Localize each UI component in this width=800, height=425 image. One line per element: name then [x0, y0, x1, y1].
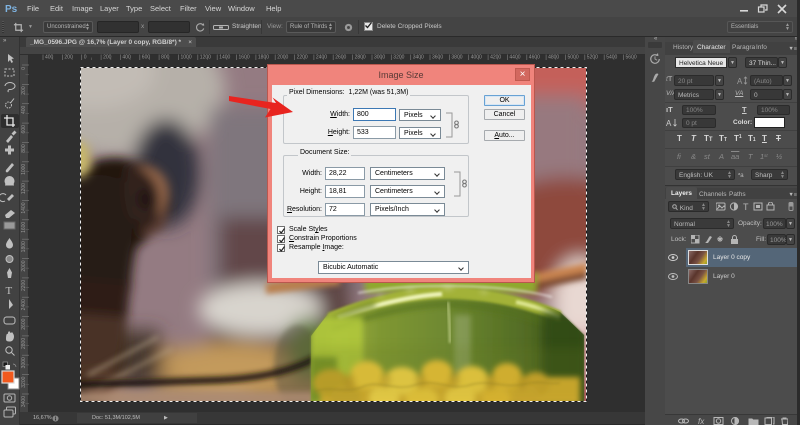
svg-text:0: 0	[21, 67, 27, 70]
svg-text:4800: 4800	[548, 55, 559, 61]
svg-text:1400: 1400	[21, 202, 27, 213]
svg-text:1600: 1600	[239, 55, 250, 61]
svg-text:400: 400	[45, 55, 54, 61]
svg-text:2200: 2200	[21, 280, 27, 291]
svg-text:600: 600	[21, 125, 27, 134]
svg-text:3000: 3000	[374, 55, 385, 61]
svg-text:2400: 2400	[316, 55, 327, 61]
svg-text:800: 800	[21, 144, 27, 153]
svg-text:400: 400	[122, 55, 131, 61]
svg-text:400: 400	[21, 105, 27, 114]
svg-text:2400: 2400	[21, 299, 27, 310]
svg-text:4200: 4200	[490, 55, 501, 61]
svg-text:3400: 3400	[21, 396, 27, 407]
svg-text:1000: 1000	[181, 55, 192, 61]
svg-text:4000: 4000	[471, 55, 482, 61]
svg-text:2600: 2600	[21, 318, 27, 329]
svg-text:1400: 1400	[219, 55, 230, 61]
svg-text:2800: 2800	[355, 55, 366, 61]
svg-text:3800: 3800	[451, 55, 462, 61]
svg-text:800: 800	[161, 55, 170, 61]
svg-text:2000: 2000	[277, 55, 288, 61]
svg-text:600: 600	[142, 55, 151, 61]
svg-text:3400: 3400	[413, 55, 424, 61]
svg-text:T: T	[6, 285, 13, 297]
svg-text:1800: 1800	[258, 55, 269, 61]
svg-text:1000: 1000	[21, 164, 27, 175]
svg-text:4400: 4400	[509, 55, 520, 61]
svg-text:3000: 3000	[21, 357, 27, 368]
svg-text:5000: 5000	[568, 55, 579, 61]
svg-text:2800: 2800	[21, 338, 27, 349]
svg-text:2200: 2200	[297, 55, 308, 61]
svg-text:A: A	[666, 119, 672, 127]
svg-text:200: 200	[64, 55, 73, 61]
svg-text:2600: 2600	[335, 55, 346, 61]
svg-text:5200: 5200	[587, 55, 598, 61]
svg-text:200: 200	[103, 55, 112, 61]
svg-text:2000: 2000	[21, 260, 27, 271]
svg-text:3200: 3200	[393, 55, 404, 61]
svg-text:4600: 4600	[529, 55, 540, 61]
svg-text:1800: 1800	[21, 241, 27, 252]
svg-text:fx: fx	[698, 417, 705, 425]
svg-text:3200: 3200	[21, 376, 27, 387]
svg-text:T: T	[743, 202, 749, 212]
svg-text:5600: 5600	[626, 55, 637, 61]
svg-text:5400: 5400	[606, 55, 617, 61]
svg-text:1200: 1200	[200, 55, 211, 61]
svg-text:200: 200	[21, 86, 27, 95]
svg-text:1600: 1600	[21, 222, 27, 233]
svg-text:3600: 3600	[432, 55, 443, 61]
svg-text:1200: 1200	[21, 183, 27, 194]
svg-text:A: A	[737, 77, 743, 85]
svg-text:0: 0	[84, 55, 87, 61]
